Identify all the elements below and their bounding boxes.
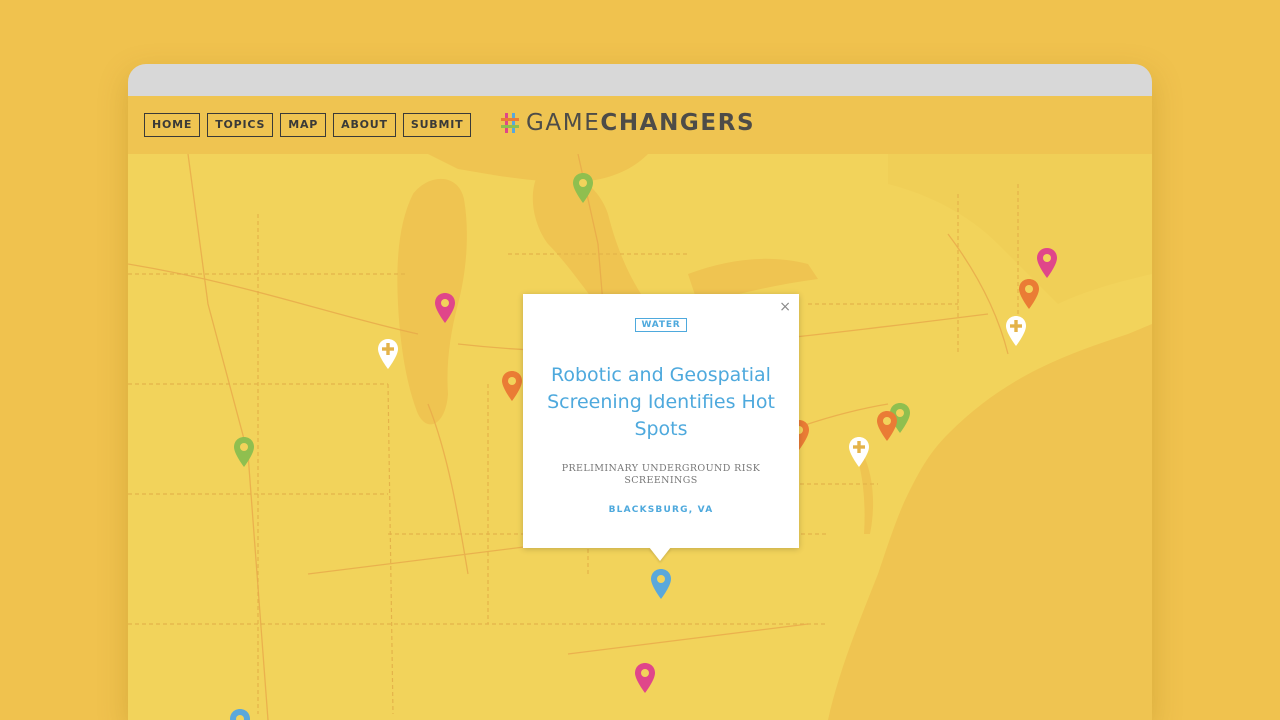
logo-wordmark: GAMECHANGERS [526,110,755,136]
logo-word-game: GAME [526,110,601,136]
map-pin-orange[interactable] [501,370,523,402]
nav-map-button[interactable]: MAP [280,113,327,137]
map-pin-white[interactable] [377,338,399,370]
lake-michigan [397,178,467,425]
map-marker-icon [573,173,593,203]
nav-topics-button[interactable]: TOPICS [207,113,274,137]
map-popup-card[interactable]: × WATER Robotic and Geospatial Screening… [523,294,799,561]
main-nav: HOME TOPICS MAP ABOUT SUBMIT [144,113,472,137]
map-marker-icon [230,709,250,720]
topic-tag[interactable]: WATER [635,318,687,332]
map-pin-white[interactable] [1005,315,1027,347]
popup-title[interactable]: Robotic and Geospatial Screening Identif… [541,362,781,443]
hashtag-logo-icon [501,113,519,133]
atlantic-ocean [828,324,1152,720]
map-marker-icon [651,569,671,599]
popup-subtitle: PRELIMINARY UNDERGROUND RISK SCREENINGS [561,463,761,486]
site-header: HOME TOPICS MAP ABOUT SUBMIT GAMECHANGER… [128,96,1152,154]
map-pin-white[interactable] [848,436,870,468]
map-marker-icon [635,663,655,693]
map-pin-blue-selected[interactable] [650,568,672,600]
nav-submit-button[interactable]: SUBMIT [402,113,472,137]
map-marker-icon [877,411,897,441]
map-pin-pink[interactable] [634,662,656,694]
browser-chrome-bar [128,64,1152,96]
map-canvas[interactable]: × WATER Robotic and Geospatial Screening… [128,154,1152,720]
nav-home-button[interactable]: HOME [144,113,201,137]
map-marker-icon [1037,248,1057,278]
map-marker-plus-icon [378,339,398,369]
map-pin-blue[interactable] [229,708,251,720]
map-marker-plus-icon [849,437,869,467]
popup-pointer [649,547,671,561]
map-marker-icon [435,293,455,323]
logo-word-changers: CHANGERS [600,110,756,136]
popup-location: BLACKSBURG, VA [608,505,714,515]
map-marker-plus-icon [1006,316,1026,346]
map-pin-pink[interactable] [434,292,456,324]
map-pin-orange[interactable] [876,410,898,442]
close-icon[interactable]: × [779,299,791,315]
map-marker-icon [234,437,254,467]
site-logo[interactable]: GAMECHANGERS [500,110,755,136]
map-marker-icon [1019,279,1039,309]
nav-about-button[interactable]: ABOUT [333,113,396,137]
browser-window: HOME TOPICS MAP ABOUT SUBMIT GAMECHANGER… [128,64,1152,720]
map-pin-orange[interactable] [1018,278,1040,310]
map-pin-pink[interactable] [1036,247,1058,279]
map-pin-green[interactable] [572,172,594,204]
map-marker-icon [502,371,522,401]
map-pin-green[interactable] [233,436,255,468]
